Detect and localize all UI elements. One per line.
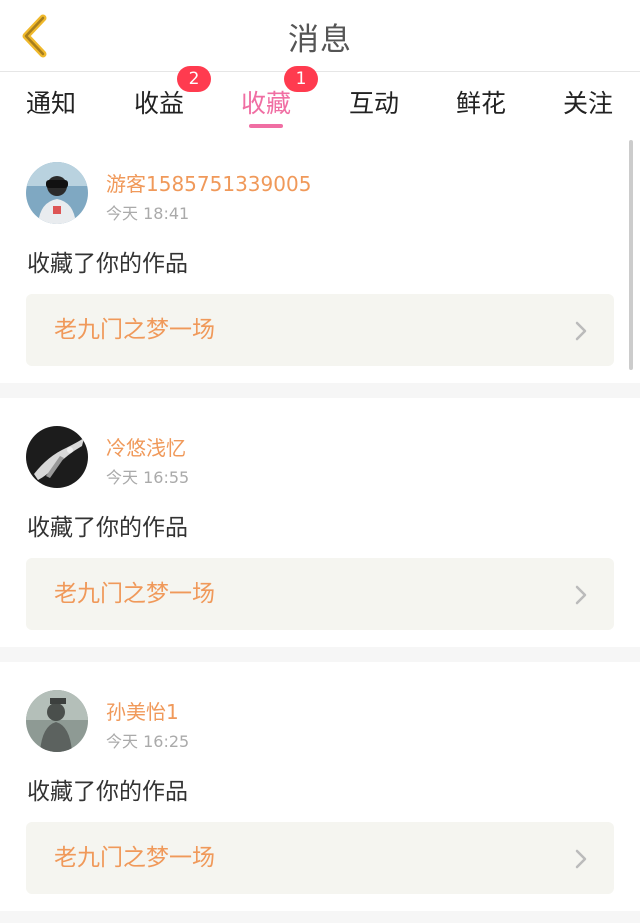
timestamp: 今天 16:55 [106, 468, 190, 487]
avatar[interactable] [26, 162, 88, 224]
tab-label: 互动 [348, 89, 399, 118]
username[interactable]: 冷悠浅忆 [106, 432, 186, 461]
notification-item: 孙美怡1 今天 16:25 收藏了你的作品 老九门之梦一场 [0, 662, 640, 911]
notification-item: 游客1585751339005 今天 18:41 收藏了你的作品 老九门之梦一场 [0, 134, 640, 383]
work-title: 老九门之梦一场 [54, 317, 215, 343]
tab-favorites[interactable]: 收藏 1 [226, 66, 318, 132]
work-link[interactable]: 老九门之梦一场 [26, 822, 614, 894]
tab-flowers[interactable]: 鲜花 [441, 72, 521, 132]
chevron-right-icon [575, 849, 587, 869]
tab-earnings[interactable]: 收益 2 [119, 66, 211, 132]
work-link[interactable]: 老九门之梦一场 [26, 558, 614, 630]
work-title: 老九门之梦一场 [54, 581, 215, 607]
notification-item: 冷悠浅忆 今天 16:55 收藏了你的作品 老九门之梦一场 [0, 398, 640, 647]
tab-notice[interactable]: 通知 [11, 72, 91, 132]
active-tab-indicator [249, 124, 283, 128]
chevron-right-icon [575, 585, 587, 605]
work-title: 老九门之梦一场 [54, 845, 215, 871]
user-photo-icon [26, 426, 88, 488]
scrollbar[interactable] [629, 140, 633, 370]
avatar[interactable] [26, 426, 88, 488]
avatar[interactable] [26, 690, 88, 752]
chevron-right-icon [575, 321, 587, 341]
timestamp: 今天 16:25 [106, 732, 190, 751]
user-photo-icon [26, 162, 88, 224]
username[interactable]: 孙美怡1 [106, 696, 179, 725]
tab-follow[interactable]: 关注 [548, 72, 628, 132]
notification-list[interactable]: 游客1585751339005 今天 18:41 收藏了你的作品 老九门之梦一场… [0, 134, 640, 923]
user-photo-icon [26, 690, 88, 752]
action-text: 收藏了你的作品 [27, 779, 188, 805]
unread-badge: 1 [284, 66, 318, 92]
tab-label: 通知 [25, 89, 76, 118]
tab-interaction[interactable]: 互动 [334, 72, 414, 132]
tab-label: 关注 [562, 89, 613, 118]
action-text: 收藏了你的作品 [27, 515, 188, 541]
tab-label: 收益 [133, 89, 184, 118]
page-title: 消息 [288, 21, 352, 58]
action-text: 收藏了你的作品 [27, 251, 188, 277]
timestamp: 今天 18:41 [106, 204, 190, 223]
top-bar: 消息 [0, 0, 640, 72]
tab-bar: 通知 收益 2 收藏 1 互动 鲜花 关注 [0, 66, 640, 132]
tab-label: 鲜花 [455, 89, 506, 118]
work-link[interactable]: 老九门之梦一场 [26, 294, 614, 366]
unread-badge: 2 [177, 66, 211, 92]
tab-label: 收藏 [240, 89, 291, 118]
username[interactable]: 游客1585751339005 [106, 168, 311, 197]
